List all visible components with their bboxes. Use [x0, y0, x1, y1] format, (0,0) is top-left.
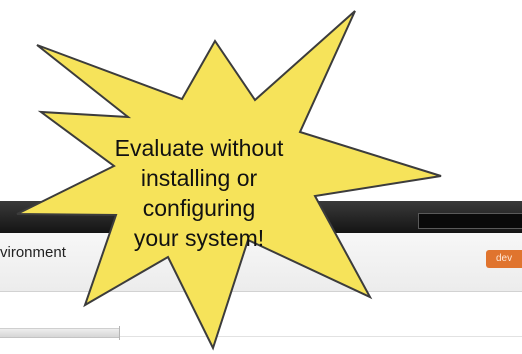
page-title: vironment [0, 244, 66, 261]
dev-tab[interactable]: dev [486, 250, 522, 268]
content-divider [120, 336, 522, 337]
callout-text: Evaluate without installing or configuri… [114, 135, 284, 251]
dev-tab-label: dev [496, 253, 513, 264]
content-tab-strip[interactable] [0, 328, 120, 338]
tab-strip-divider [119, 326, 120, 340]
top-search-box[interactable] [418, 213, 522, 229]
